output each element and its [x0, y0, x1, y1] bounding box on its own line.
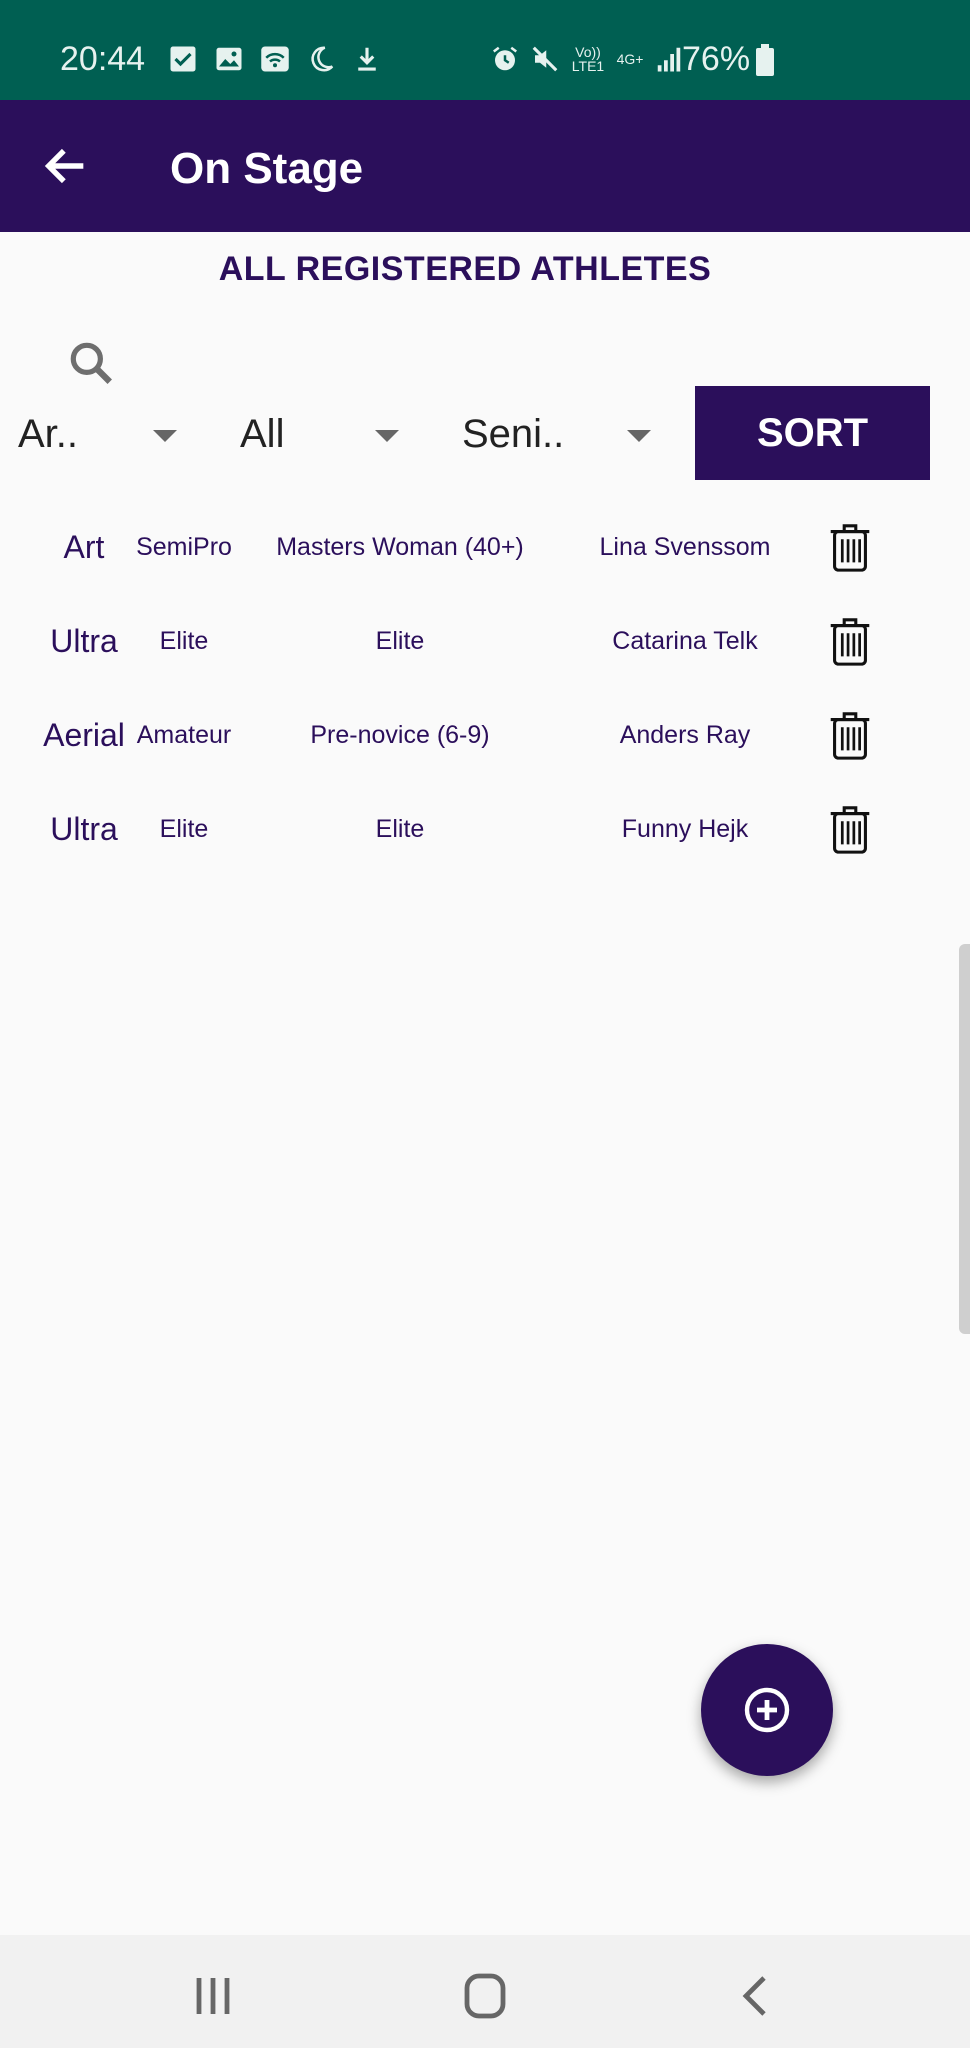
chevron-down-icon: [627, 430, 651, 442]
athlete-level: Amateur: [136, 721, 232, 749]
battery-percent: 76%: [682, 40, 751, 78]
level-dropdown[interactable]: All: [240, 400, 410, 470]
recents-icon[interactable]: [183, 1971, 243, 2021]
category-dropdown[interactable]: Ar..: [18, 400, 188, 470]
athlete-category: Ultra: [50, 811, 118, 847]
athlete-category: Aerial: [43, 717, 125, 753]
system-nav-bar: [0, 1935, 970, 2048]
status-bar: 20:44 Vo)) LTE1 4G+ 76%: [0, 0, 970, 100]
athlete-category: Art: [63, 529, 105, 565]
athlete-name: Lina Svenssom: [599, 533, 771, 561]
athlete-list: Art SemiPro Masters Woman (40+) Lina Sve…: [0, 500, 970, 876]
search-icon[interactable]: [66, 338, 116, 388]
athlete-division: Masters Woman (40+): [276, 533, 524, 561]
athlete-division: Elite: [375, 627, 425, 655]
back-icon[interactable]: [726, 1971, 786, 2021]
scrollbar[interactable]: [959, 944, 970, 1334]
page-title: On Stage: [170, 144, 364, 193]
signal-icon: [657, 47, 681, 72]
network-volte-label: Vo)) LTE1: [571, 44, 605, 74]
athlete-level: Elite: [159, 815, 209, 843]
sort-button[interactable]: SORT: [695, 386, 930, 480]
athlete-name: Anders Ray: [619, 721, 751, 749]
chevron-down-icon: [375, 430, 399, 442]
trash-icon[interactable]: [826, 520, 874, 574]
category-dropdown-value: Ar..: [18, 412, 79, 456]
athlete-row[interactable]: Ultra Elite Elite Catarina Telk: [0, 594, 970, 688]
trash-icon[interactable]: [826, 708, 874, 762]
trash-icon[interactable]: [826, 802, 874, 856]
app-bar: On Stage: [0, 100, 970, 232]
athlete-name: Funny Hejk: [621, 815, 749, 843]
trash-icon[interactable]: [826, 614, 874, 668]
add-athlete-button[interactable]: [701, 1644, 833, 1776]
home-icon[interactable]: [455, 1971, 515, 2021]
athlete-row[interactable]: Art SemiPro Masters Woman (40+) Lina Sve…: [0, 500, 970, 594]
arrow-left-icon[interactable]: [40, 140, 92, 192]
battery-icon: [756, 44, 774, 76]
checkbox-icon: [170, 46, 196, 72]
mute-icon: [532, 46, 558, 72]
alarm-icon: [493, 46, 517, 71]
status-time: 20:44: [60, 40, 146, 78]
list-heading: ALL REGISTERED ATHLETES: [218, 250, 712, 288]
network-4g-label: 4G+: [616, 51, 644, 67]
athlete-row[interactable]: Aerial Amateur Pre-novice (6-9) Anders R…: [0, 688, 970, 782]
athlete-division: Pre-novice (6-9): [310, 721, 490, 749]
athlete-level: SemiPro: [136, 533, 232, 561]
athlete-division: Elite: [375, 815, 425, 843]
division-dropdown-value: Seni..: [462, 412, 565, 456]
add-circle-icon: [744, 1687, 790, 1733]
athlete-category: Ultra: [50, 623, 118, 659]
image-icon: [216, 47, 242, 71]
download-icon: [358, 47, 376, 71]
moon-icon: [311, 46, 334, 72]
division-dropdown[interactable]: Seni..: [462, 400, 662, 470]
chevron-down-icon: [153, 430, 177, 442]
athlete-level: Elite: [159, 627, 209, 655]
wifi-icon: [261, 46, 289, 72]
level-dropdown-value: All: [240, 412, 285, 456]
athlete-name: Catarina Telk: [612, 627, 758, 655]
athlete-row[interactable]: Ultra Elite Elite Funny Hejk: [0, 782, 970, 876]
